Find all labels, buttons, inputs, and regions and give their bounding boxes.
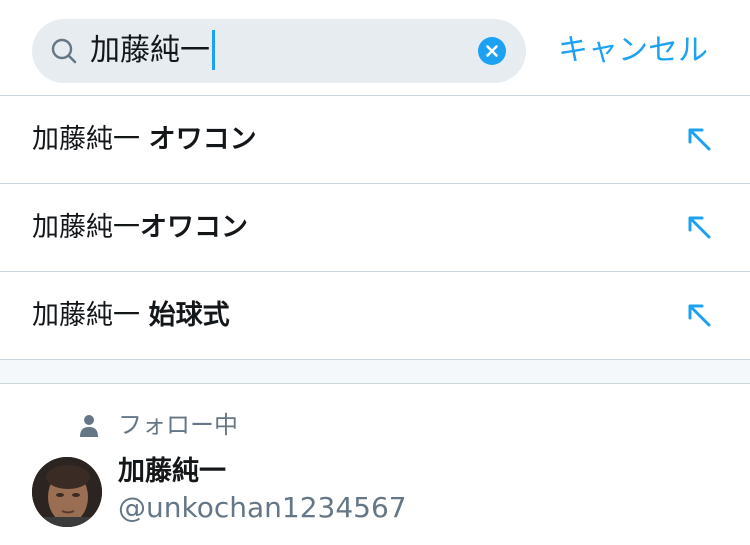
suggestion-text: 加藤純一オワコン [32,184,248,272]
search-suggestion[interactable]: 加藤純一 始球式 [0,272,750,360]
fill-query-arrow-icon[interactable] [684,212,714,242]
section-separator [0,360,750,384]
avatar-image [32,457,102,527]
text-caret [212,29,215,70]
search-suggestion[interactable]: 加藤純一 オワコン [0,96,750,184]
avatar[interactable] [32,457,102,527]
fill-query-arrow-icon[interactable] [684,124,714,154]
search-input[interactable]: 加藤純一 [90,19,215,83]
search-icon [51,38,77,64]
suggestion-completion: 始球式 [148,300,230,331]
clear-icon [486,45,498,57]
search-suggestion[interactable]: 加藤純一オワコン [0,184,750,272]
suggestion-text: 加藤純一 始球式 [32,272,230,360]
suggestion-text: 加藤純一 オワコン [32,96,257,184]
search-header: 加藤純一 キャンセル [0,0,750,96]
suggestion-completion: オワコン [148,124,257,155]
suggestion-completion: オワコン [140,212,248,243]
search-field[interactable]: 加藤純一 [32,19,526,83]
user-display-name[interactable]: 加藤純一 [118,455,226,489]
user-handle: @unkochan1234567 [118,491,407,524]
clear-search-button[interactable] [478,37,506,65]
suggestion-prefix: 加藤純一 [32,212,140,243]
cancel-button[interactable]: キャンセル [558,19,708,83]
person-icon [80,415,98,437]
fill-query-arrow-icon[interactable] [684,300,714,330]
search-query: 加藤純一 [90,33,210,68]
following-label: フォロー中 [118,411,238,439]
suggestion-prefix: 加藤純一 [32,300,149,331]
suggestion-prefix: 加藤純一 [32,124,149,155]
